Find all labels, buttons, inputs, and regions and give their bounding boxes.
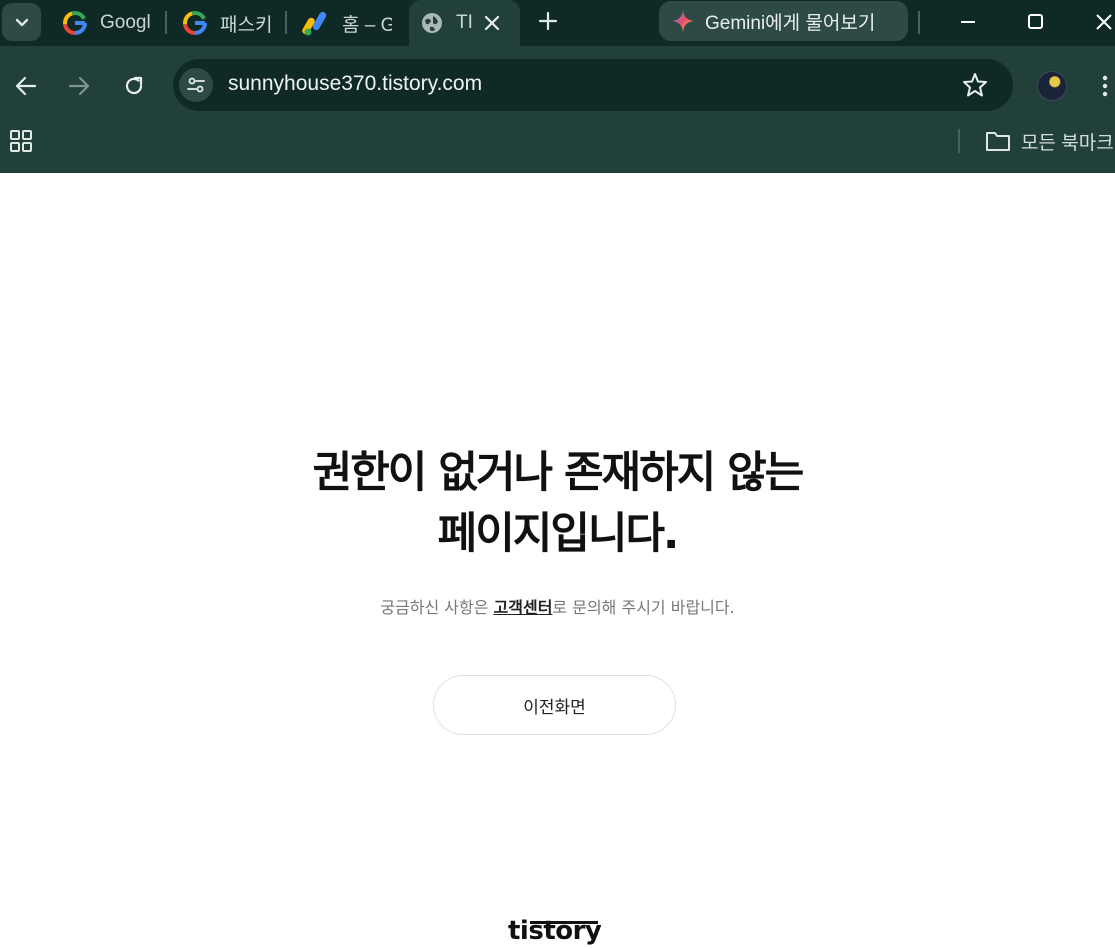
minimize-icon <box>961 21 975 23</box>
adsense-icon <box>302 11 327 36</box>
subtext-after: 로 문의해 주시기 바랍니다. <box>552 598 735 617</box>
minimize-button[interactable] <box>953 8 983 36</box>
folder-icon <box>986 132 1010 151</box>
error-headline: 권한이 없거나 존재하지 않는 페이지입니다. <box>0 443 1115 565</box>
browser-chrome: Googl 패스키 홈 – G TI Gemini에게 물어보기 sunnyho… <box>0 0 1115 173</box>
arrow-right-icon <box>68 76 90 96</box>
tistory-logo[interactable]: tistory <box>508 916 602 946</box>
all-bookmarks-button[interactable]: 모든 북마크 <box>985 127 1114 155</box>
tab-title: 홈 – G <box>342 14 392 36</box>
tab-search-button[interactable] <box>2 3 41 41</box>
subtext-before: 궁금하신 사항은 <box>380 598 494 617</box>
tab-separator <box>285 11 287 34</box>
apps-grid-icon[interactable] <box>10 130 33 153</box>
bookmark-star-icon[interactable] <box>961 71 989 99</box>
gemini-button[interactable]: Gemini에게 물어보기 <box>659 1 908 41</box>
tab-google-2[interactable]: 패스키 <box>178 5 278 41</box>
chevron-down-icon <box>15 18 28 27</box>
gemini-sparkle-icon <box>672 10 694 32</box>
tab-strip: Googl 패스키 홈 – G TI Gemini에게 물어보기 <box>0 0 1115 46</box>
globe-icon <box>422 13 442 33</box>
forward-nav-button[interactable] <box>62 69 96 103</box>
arrow-left-icon <box>15 76 37 96</box>
maximize-icon <box>1028 14 1043 29</box>
headline-line-2: 페이지입니다. <box>437 509 680 559</box>
close-icon <box>1096 14 1112 30</box>
tab-title: 패스키 <box>220 14 272 36</box>
customer-center-link[interactable]: 고객센터 <box>494 598 553 617</box>
site-info-button[interactable] <box>179 68 213 102</box>
gemini-label: Gemini에게 물어보기 <box>705 12 876 34</box>
tab-separator <box>165 11 167 34</box>
tab-adsense[interactable]: 홈 – G <box>298 5 398 41</box>
close-icon[interactable] <box>484 15 500 31</box>
tab-active[interactable]: TI <box>409 0 520 46</box>
profile-avatar[interactable] <box>1037 71 1067 101</box>
tab-title: TI <box>456 12 473 33</box>
tune-icon <box>187 77 205 93</box>
google-icon <box>63 11 87 35</box>
url-text[interactable]: sunnyhouse370.tistory.com <box>228 72 482 96</box>
close-window-button[interactable] <box>1089 8 1115 36</box>
tab-separator <box>918 11 920 34</box>
bookmarks-separator <box>958 129 960 153</box>
reload-button[interactable] <box>117 69 151 103</box>
previous-page-button[interactable]: 이전화면 <box>433 675 676 735</box>
error-subtext: 궁금하신 사항은 고객센터로 문의해 주시기 바랍니다. <box>0 594 1115 618</box>
reload-icon <box>125 76 143 95</box>
new-tab-icon[interactable] <box>535 8 561 34</box>
tab-title: Googl <box>100 12 151 33</box>
address-bar[interactable]: sunnyhouse370.tistory.com <box>173 59 1013 111</box>
tab-google-1[interactable]: Googl <box>58 5 158 41</box>
more-menu-icon[interactable] <box>1098 72 1112 100</box>
bookmarks-label: 모든 북마크 <box>1021 132 1114 154</box>
google-icon <box>183 11 207 35</box>
headline-line-1: 권한이 없거나 존재하지 않는 <box>312 448 805 498</box>
page-content: 권한이 없거나 존재하지 않는 페이지입니다. 궁금하신 사항은 고객센터로 문… <box>0 173 1115 949</box>
maximize-button[interactable] <box>1021 8 1051 36</box>
back-nav-button[interactable] <box>9 69 43 103</box>
